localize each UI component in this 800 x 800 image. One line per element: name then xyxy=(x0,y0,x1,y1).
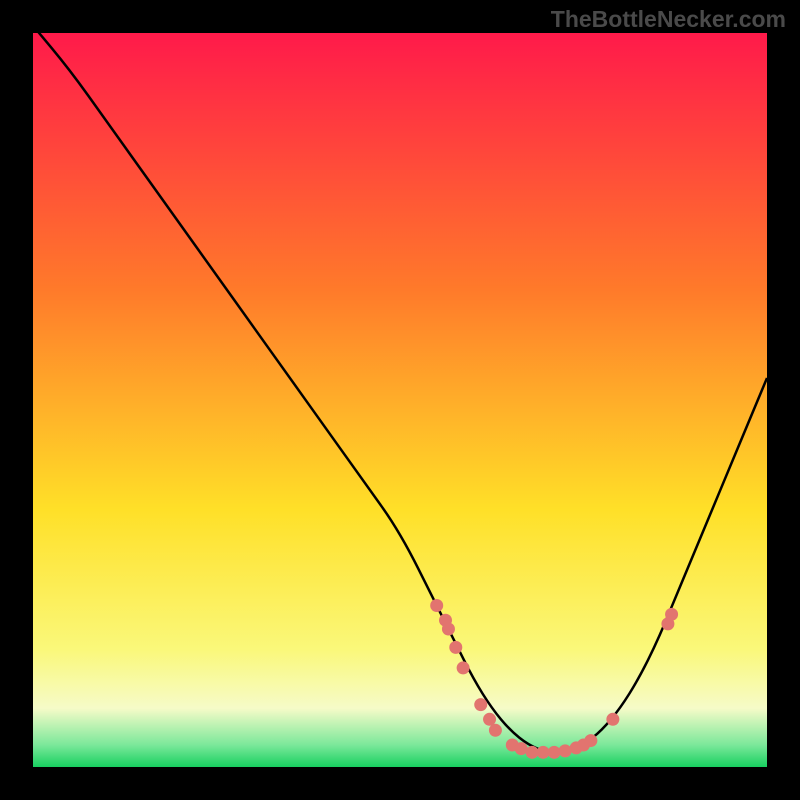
data-point xyxy=(515,742,528,755)
data-point xyxy=(489,724,502,737)
data-point xyxy=(584,734,597,747)
chart-container xyxy=(33,33,767,767)
data-point xyxy=(665,608,678,621)
chart-svg xyxy=(33,33,767,767)
data-point xyxy=(457,661,470,674)
data-point xyxy=(449,641,462,654)
chart-background xyxy=(33,33,767,767)
data-point xyxy=(483,713,496,726)
data-point xyxy=(606,713,619,726)
watermark-text: TheBottleNecker.com xyxy=(551,6,786,33)
data-point xyxy=(442,623,455,636)
data-point xyxy=(474,698,487,711)
data-point xyxy=(430,599,443,612)
data-point xyxy=(548,746,561,759)
data-point xyxy=(559,744,572,757)
